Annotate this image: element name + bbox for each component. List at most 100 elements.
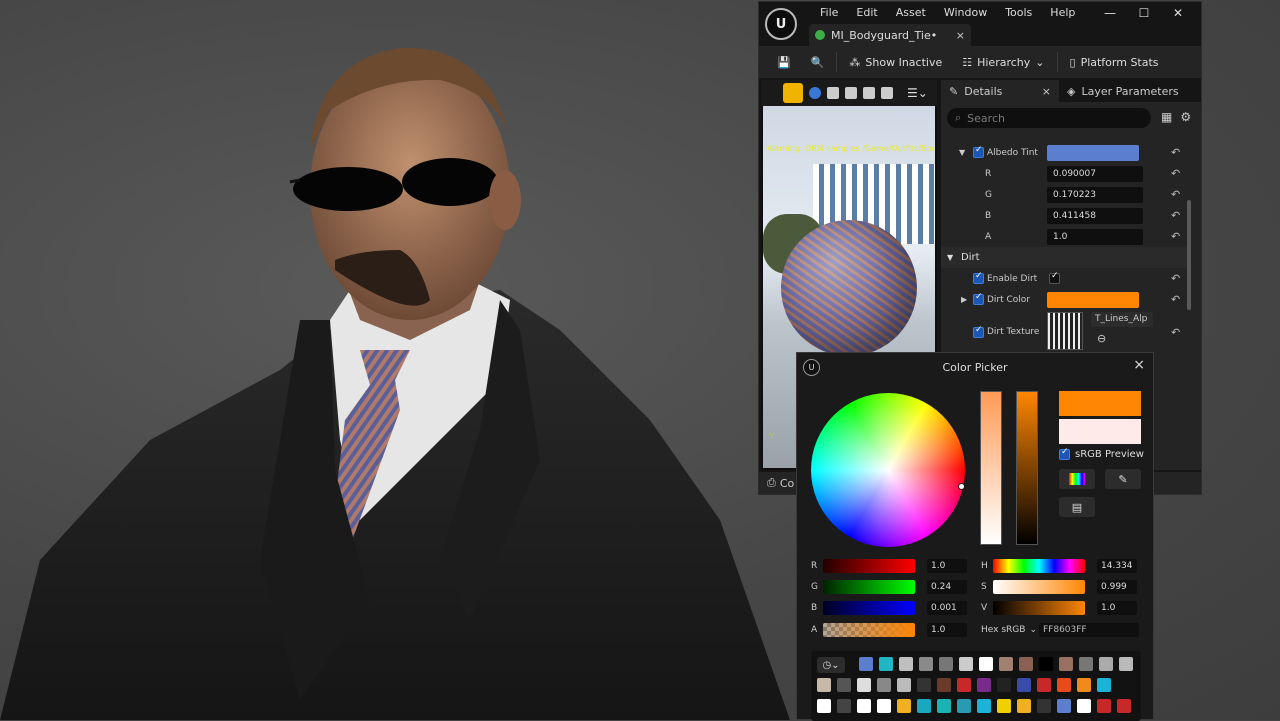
- s-slider[interactable]: [993, 580, 1085, 594]
- reset-icon[interactable]: ↶: [1171, 188, 1180, 201]
- tab-details[interactable]: ✎ Details ×: [941, 80, 1059, 102]
- a-slider[interactable]: [823, 623, 915, 637]
- tab-layer-parameters[interactable]: ◈ Layer Parameters: [1059, 80, 1187, 102]
- color-swatch[interactable]: [1019, 657, 1033, 671]
- saturation-bar[interactable]: [980, 391, 1002, 545]
- g-slider[interactable]: [823, 580, 915, 594]
- color-swatch[interactable]: [977, 678, 991, 692]
- texture-asset-dropdown[interactable]: T_Lines_Alp: [1091, 312, 1153, 327]
- color-swatch[interactable]: [1017, 678, 1031, 692]
- color-swatch[interactable]: [977, 699, 991, 713]
- b-field[interactable]: 0.411458: [1047, 208, 1143, 224]
- color-swatch[interactable]: [997, 678, 1011, 692]
- v-value-field[interactable]: 1.0: [1097, 601, 1137, 615]
- dirt-texture-checkbox[interactable]: [973, 325, 984, 338]
- table-view-icon[interactable]: ▦: [1161, 110, 1172, 124]
- color-swatch[interactable]: [919, 657, 933, 671]
- color-swatch[interactable]: [979, 657, 993, 671]
- color-swatch[interactable]: [877, 699, 891, 713]
- srgb-preview-toggle[interactable]: sRGB Preview: [1059, 447, 1144, 460]
- color-swatch[interactable]: [1059, 657, 1073, 671]
- reset-icon[interactable]: ↶: [1171, 293, 1180, 306]
- color-swatch[interactable]: [899, 657, 913, 671]
- swatch-history-dropdown[interactable]: ◷⌄: [817, 657, 845, 673]
- color-swatch[interactable]: [877, 678, 891, 692]
- expand-arrow-icon[interactable]: ▶: [961, 295, 967, 304]
- g-value-field[interactable]: 0.24: [927, 580, 967, 594]
- color-swatch[interactable]: [1017, 699, 1031, 713]
- hierarchy-button[interactable]: ☷ Hierarchy ⌄: [954, 50, 1052, 74]
- color-swatch[interactable]: [837, 699, 851, 713]
- asset-tab-close-button[interactable]: ×: [956, 29, 965, 42]
- b-slider[interactable]: [823, 601, 915, 615]
- h-slider[interactable]: [993, 559, 1085, 573]
- settings-icon[interactable]: ⚙: [1180, 110, 1191, 124]
- color-swatch[interactable]: [999, 657, 1013, 671]
- color-swatch[interactable]: [1077, 678, 1091, 692]
- reset-icon[interactable]: ↶: [1171, 272, 1180, 285]
- reset-icon[interactable]: ↶: [1171, 209, 1180, 222]
- dirt-color-swatch[interactable]: [1047, 292, 1139, 308]
- color-wheel[interactable]: [811, 393, 965, 547]
- color-swatch[interactable]: [937, 678, 951, 692]
- show-inactive-button[interactable]: ⁂ Show Inactive: [841, 50, 950, 74]
- theme-button[interactable]: ▤: [1059, 497, 1095, 517]
- dirt-color-checkbox[interactable]: [973, 292, 984, 305]
- color-swatch[interactable]: [1119, 657, 1133, 671]
- save-button[interactable]: 💾: [769, 50, 799, 74]
- color-picker-close-button[interactable]: ×: [1133, 357, 1145, 373]
- color-swatch[interactable]: [1039, 657, 1053, 671]
- reset-icon[interactable]: ↶: [1171, 326, 1180, 339]
- cylinder-preview-icon[interactable]: [827, 87, 839, 99]
- color-swatch[interactable]: [1037, 699, 1051, 713]
- color-swatch[interactable]: [997, 699, 1011, 713]
- color-swatch[interactable]: [937, 699, 951, 713]
- color-swatch[interactable]: [837, 678, 851, 692]
- enable-dirt-override-checkbox[interactable]: [973, 271, 984, 284]
- menu-file[interactable]: File: [811, 6, 847, 20]
- use-selected-icon[interactable]: ⊖: [1097, 332, 1106, 345]
- color-swatch[interactable]: [857, 699, 871, 713]
- tab-details-close-button[interactable]: ×: [1042, 85, 1051, 98]
- browse-button[interactable]: 🔍: [803, 50, 833, 74]
- sphere-preview-icon[interactable]: [809, 87, 821, 99]
- hex-mode-dropdown[interactable]: Hex sRGB ⌄: [981, 623, 1041, 637]
- color-swatch[interactable]: [1077, 699, 1091, 713]
- color-swatch[interactable]: [897, 699, 911, 713]
- color-swatch[interactable]: [1057, 699, 1071, 713]
- color-swatch[interactable]: [859, 657, 873, 671]
- color-swatch[interactable]: [1097, 678, 1111, 692]
- close-window-button[interactable]: ✕: [1161, 5, 1195, 21]
- hex-value-field[interactable]: FF8603FF: [1039, 623, 1139, 637]
- color-swatch[interactable]: [1097, 699, 1111, 713]
- enable-dirt-checkbox[interactable]: [1049, 271, 1060, 284]
- dirt-texture-thumbnail[interactable]: [1047, 312, 1083, 350]
- color-swatch[interactable]: [957, 699, 971, 713]
- plane-preview-icon[interactable]: [845, 87, 857, 99]
- color-swatch[interactable]: [917, 678, 931, 692]
- color-swatch[interactable]: [1079, 657, 1093, 671]
- a-value-field[interactable]: 1.0: [927, 623, 967, 637]
- menu-help[interactable]: Help: [1041, 6, 1084, 20]
- albedo-tint-swatch[interactable]: [1047, 145, 1139, 161]
- collapse-arrow-icon[interactable]: ▼: [959, 148, 965, 157]
- r-slider[interactable]: [823, 559, 915, 573]
- details-search-input[interactable]: ⌕ Search: [947, 108, 1151, 128]
- old-color-swatch[interactable]: [1059, 419, 1141, 444]
- albedo-tint-checkbox[interactable]: [973, 145, 984, 158]
- menu-window[interactable]: Window: [935, 6, 996, 20]
- h-value-field[interactable]: 14.334: [1097, 559, 1137, 573]
- unreal-logo-icon[interactable]: U: [765, 8, 797, 40]
- color-swatch[interactable]: [897, 678, 911, 692]
- color-swatch[interactable]: [1057, 678, 1071, 692]
- g-field[interactable]: 0.170223: [1047, 187, 1143, 203]
- menu-asset[interactable]: Asset: [887, 6, 935, 20]
- cube-preview-icon[interactable]: [863, 87, 875, 99]
- color-swatch[interactable]: [817, 699, 831, 713]
- reset-icon[interactable]: ↶: [1171, 167, 1180, 180]
- color-swatch[interactable]: [817, 678, 831, 692]
- reset-icon[interactable]: ↶: [1171, 146, 1180, 159]
- s-value-field[interactable]: 0.999: [1097, 580, 1137, 594]
- realtime-toggle-icon[interactable]: [783, 83, 803, 103]
- color-swatch[interactable]: [1117, 699, 1131, 713]
